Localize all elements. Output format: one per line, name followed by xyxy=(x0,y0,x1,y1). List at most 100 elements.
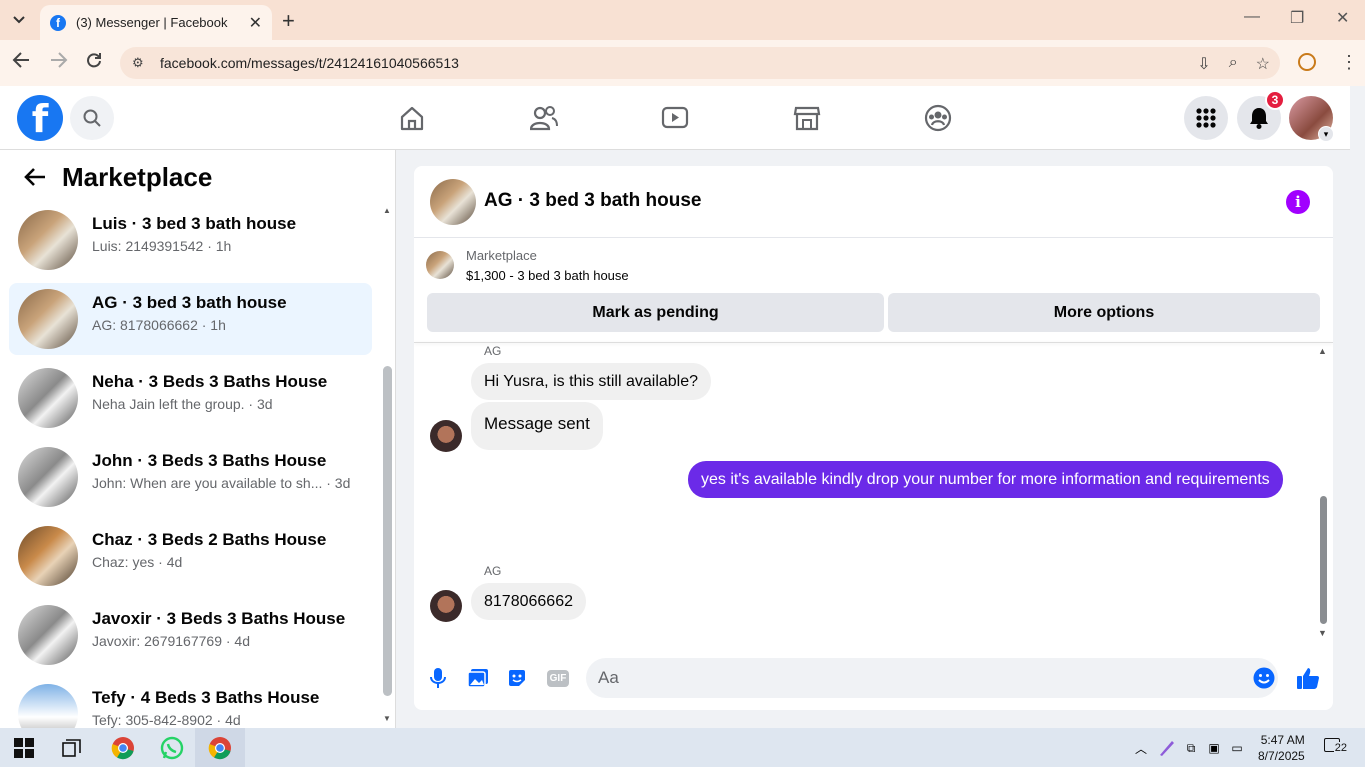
conversation-item-active[interactable]: AG · 3 bed 3 bath house AG: 8178066662 ·… xyxy=(9,283,372,355)
chrome-active-window[interactable] xyxy=(195,728,245,767)
conversation-item[interactable]: John · 3 Beds 3 Baths House John: When a… xyxy=(9,441,372,513)
sender-avatar[interactable] xyxy=(430,420,462,452)
more-options-button[interactable]: More options xyxy=(888,293,1320,332)
conversation-name: AG · 3 bed 3 bath house xyxy=(92,293,287,312)
conversation-name: Tefy · 4 Beds 3 Baths House xyxy=(92,688,320,707)
battery-icon[interactable]: ▭ xyxy=(1223,734,1251,762)
task-view-icon[interactable] xyxy=(58,734,86,762)
whatsapp-icon[interactable] xyxy=(158,734,186,762)
video-icon[interactable] xyxy=(659,102,691,134)
conversation-preview: John: When are you available to sh... · … xyxy=(92,475,351,491)
info-icon[interactable]: i xyxy=(1286,190,1310,214)
gif-label: GIF xyxy=(546,669,570,687)
facebook-topbar: f xyxy=(0,86,1350,150)
emoji-icon[interactable] xyxy=(1252,666,1276,690)
zoom-icon[interactable]: ⌕ xyxy=(1229,54,1238,74)
microphone-icon[interactable] xyxy=(426,666,450,690)
sticker-icon[interactable] xyxy=(505,666,529,690)
chat-thumbnail[interactable] xyxy=(430,179,476,225)
chat-header: AG · 3 bed 3 bath house i xyxy=(414,166,1333,238)
marketplace-icon[interactable] xyxy=(791,102,823,134)
listing-source: Marketplace xyxy=(466,248,537,263)
address-toolbar: ⚙ facebook.com/messages/t/24124161040566… xyxy=(0,40,1365,86)
tab-title: (3) Messenger | Facebook xyxy=(76,15,228,30)
notification-badge: 3 xyxy=(1265,90,1285,110)
bookmark-star-icon[interactable]: ☆ xyxy=(1256,54,1270,74)
conversation-item[interactable]: Javoxir · 3 Beds 3 Baths House Javoxir: … xyxy=(9,599,372,671)
new-tab-button[interactable]: + xyxy=(282,8,295,34)
search-icon xyxy=(83,109,101,127)
home-icon[interactable] xyxy=(396,102,428,134)
search-button[interactable] xyxy=(70,96,114,140)
browser-profile-icon[interactable] xyxy=(1298,53,1316,71)
minimize-icon[interactable]: — xyxy=(1244,8,1260,26)
install-app-icon[interactable]: ⇩ xyxy=(1197,54,1210,74)
back-arrow-icon[interactable] xyxy=(12,52,30,73)
start-windows-icon[interactable] xyxy=(10,734,38,762)
menu-grid-button[interactable] xyxy=(1184,96,1228,140)
address-bar[interactable]: ⚙ facebook.com/messages/t/24124161040566… xyxy=(120,47,1280,79)
conversation-preview: AG: 8178066662 · 1h xyxy=(92,317,226,333)
conversation-name: Luis · 3 bed 3 bath house xyxy=(92,214,297,233)
facebook-logo-icon[interactable]: f xyxy=(17,95,63,141)
listing-thumbnail xyxy=(18,368,78,428)
mark-as-pending-button[interactable]: Mark as pending xyxy=(427,293,884,332)
browser-menu-icon[interactable]: ⋮ xyxy=(1340,52,1358,73)
reload-icon[interactable] xyxy=(86,52,102,73)
scroll-up-icon[interactable]: ▲ xyxy=(1318,346,1327,356)
page-scrollbar[interactable] xyxy=(1350,86,1365,728)
conversation-name: Neha · 3 Beds 3 Baths House xyxy=(92,372,328,391)
chat-panel: AG · 3 bed 3 bath house i Marketplace $1… xyxy=(414,166,1333,710)
conversation-name: John · 3 Beds 3 Baths House xyxy=(92,451,327,470)
incoming-message[interactable]: 8178066662 xyxy=(471,583,586,620)
site-settings-icon[interactable]: ⚙ xyxy=(132,55,148,71)
conversation-preview: Tefy: 305-842-8902 · 4d xyxy=(92,712,241,728)
conversation-list-scrollbar[interactable] xyxy=(383,366,392,696)
sender-avatar[interactable] xyxy=(430,590,462,622)
scroll-up-icon[interactable]: ▲ xyxy=(383,206,391,215)
conversation-item[interactable]: Chaz · 3 Beds 2 Baths House Chaz: yes · … xyxy=(9,520,372,592)
message-composer: GIF Aa xyxy=(414,654,1333,702)
chevron-down-icon xyxy=(13,16,25,24)
gif-icon[interactable]: GIF xyxy=(545,666,571,690)
listing-thumbnail xyxy=(18,289,78,349)
scroll-down-icon[interactable]: ▼ xyxy=(1318,628,1327,638)
conversation-preview: Neha Jain left the group. · 3d xyxy=(92,396,273,412)
incoming-message[interactable]: Hi Yusra, is this still available? xyxy=(471,363,712,400)
listing-thumbnail xyxy=(18,447,78,507)
date-text: 8/7/2025 xyxy=(1258,749,1305,763)
message-sender: AG xyxy=(484,564,502,578)
outgoing-message[interactable]: yes it's available kindly drop your numb… xyxy=(688,461,1283,498)
conversation-item[interactable]: Tefy · 4 Beds 3 Baths House Tefy: 305-84… xyxy=(9,678,372,728)
message-input[interactable]: Aa xyxy=(586,658,1278,698)
friends-icon[interactable] xyxy=(528,102,560,134)
clock[interactable]: 5:47 AM 8/7/2025 xyxy=(1258,732,1305,764)
close-tab-icon[interactable]: ✕ xyxy=(249,13,262,33)
chat-title[interactable]: AG · 3 bed 3 bath house xyxy=(484,190,701,212)
account-chevron-icon[interactable]: ▾ xyxy=(1318,126,1334,142)
browser-tab-bar: f (3) Messenger | Facebook ✕ + — ❐ ✕ xyxy=(0,0,1365,40)
groups-icon[interactable] xyxy=(922,102,954,134)
forward-arrow-icon[interactable] xyxy=(50,52,68,73)
conversation-item[interactable]: Neha · 3 Beds 3 Baths House Neha Jain le… xyxy=(9,362,372,434)
chat-scrollbar[interactable] xyxy=(1320,496,1327,624)
notification-center-icon[interactable]: 22 xyxy=(1324,738,1348,758)
tab-search-button[interactable] xyxy=(6,8,32,32)
panel-title: Marketplace xyxy=(62,162,213,192)
notification-count: 22 xyxy=(1333,742,1348,754)
restore-icon[interactable]: ❐ xyxy=(1290,8,1304,28)
close-window-icon[interactable]: ✕ xyxy=(1336,8,1349,28)
listing-price[interactable]: $1,300 - 3 bed 3 bath house xyxy=(466,268,629,283)
conversation-item[interactable]: Luis · 3 bed 3 bath house Luis: 21493915… xyxy=(9,204,372,276)
scroll-down-icon[interactable]: ▼ xyxy=(383,714,391,723)
listing-thumbnail[interactable] xyxy=(426,251,454,279)
tray-chevron-icon[interactable]: ︿ xyxy=(1127,734,1155,762)
chrome-icon xyxy=(208,736,231,759)
conversation-preview: Luis: 2149391542 · 1h xyxy=(92,238,232,254)
thumbs-up-icon[interactable] xyxy=(1296,666,1320,690)
photo-icon[interactable] xyxy=(466,666,490,690)
browser-tab[interactable]: f (3) Messenger | Facebook ✕ xyxy=(40,5,272,40)
chrome-icon[interactable] xyxy=(109,734,137,762)
back-arrow-icon[interactable] xyxy=(24,162,46,193)
incoming-message[interactable]: Message sent xyxy=(471,402,603,450)
